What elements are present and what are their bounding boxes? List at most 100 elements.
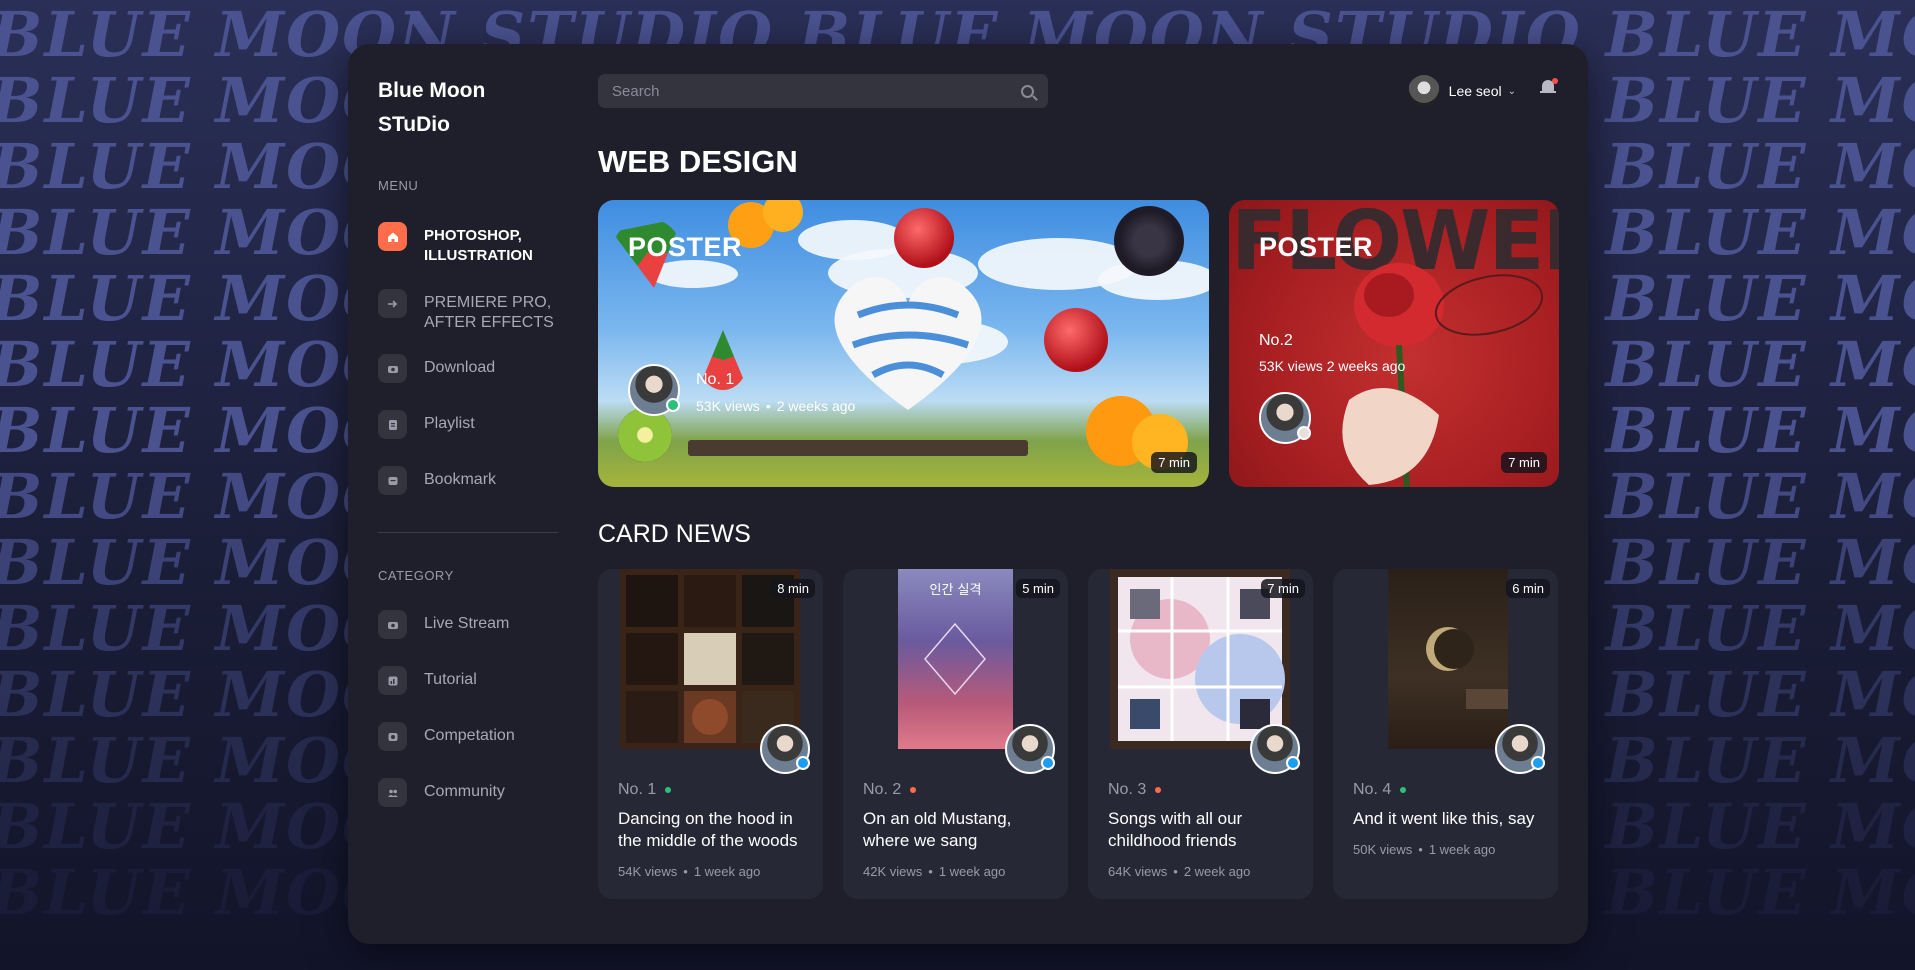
card-news-item-3[interactable]: 7 min No. 3 Songs with all our childhood… — [1088, 569, 1313, 899]
card-meta: 50K views • 1 week ago — [1353, 842, 1496, 857]
poster-title: POSTER — [628, 232, 743, 262]
card-age: 1 week ago — [1428, 842, 1496, 857]
creator-avatar[interactable] — [760, 724, 810, 774]
card-title: Dancing on the hood in the middle of the… — [618, 809, 798, 850]
duration-badge: 5 min — [1016, 579, 1060, 598]
sidebar-item-photoshop[interactable]: PHOTOSHOP, ILLUSTRATION — [378, 222, 558, 266]
train-graphic — [688, 440, 1028, 456]
main-panel: Blue Moon STuDio MENU PHOTOSHOP, ILLUSTR… — [348, 44, 1588, 944]
card-number: No. 4 — [1353, 781, 1407, 799]
card-views: 42K views — [863, 864, 923, 879]
card-views: 64K views — [1108, 864, 1168, 879]
sidebar-item-live-stream[interactable]: Live Stream — [378, 610, 558, 639]
verified-icon — [796, 756, 810, 770]
community-icon — [378, 778, 407, 807]
verified-icon — [1286, 756, 1300, 770]
card-meta: 64K views • 2 week ago — [1108, 864, 1251, 879]
sidebar-item-premiere[interactable]: PREMIERE PRO, AFTER EFFECTS — [378, 289, 558, 333]
creator-avatar[interactable] — [1250, 724, 1300, 774]
sidebar-item-community[interactable]: Community — [378, 778, 558, 807]
playlist-icon — [378, 410, 407, 439]
card-number-label: No. 2 — [863, 781, 902, 798]
card-number: No. 2 — [863, 781, 917, 799]
card-number-label: No. 3 — [1108, 781, 1147, 798]
sidebar-item-label: PREMIERE PRO, AFTER EFFECTS — [424, 294, 554, 331]
duration-badge: 7 min — [1151, 452, 1197, 473]
verified-icon — [1531, 756, 1545, 770]
user-name: Lee seol — [1448, 83, 1502, 99]
poster-card-2[interactable]: FLOWER POSTER No.2 53K views 2 weeks ago… — [1229, 200, 1559, 487]
poster-number: No. 1 — [696, 371, 735, 388]
verified-icon — [1297, 426, 1311, 440]
notification-bell-icon[interactable] — [1540, 78, 1558, 96]
card-title: On an old Mustang, where we sang — [863, 809, 1012, 850]
duration-badge: 7 min — [1261, 579, 1305, 598]
verified-icon — [666, 398, 680, 412]
heart-graphic — [834, 277, 982, 410]
sidebar-item-playlist[interactable]: Playlist — [378, 410, 558, 439]
card-age: 1 week ago — [938, 864, 1006, 879]
section-title-card-news: CARD NEWS — [598, 520, 751, 548]
section-title-web-design: WEB DESIGN — [598, 144, 798, 179]
tutorial-icon — [378, 666, 407, 695]
card-meta: 42K views • 1 week ago — [863, 864, 1006, 879]
sidebar-item-tutorial[interactable]: Tutorial — [378, 666, 558, 695]
sidebar-item-label: Live Stream — [424, 615, 510, 632]
creator-avatar[interactable] — [1005, 724, 1055, 774]
card-thumbnail — [1388, 569, 1508, 749]
card-news-item-2[interactable]: 인간 실격 5 min No. 2 On an old Mustang, whe… — [843, 569, 1068, 899]
creator-avatar[interactable] — [1259, 392, 1311, 444]
sidebar-item-download[interactable]: Download — [378, 354, 558, 383]
creator-avatar[interactable] — [1495, 724, 1545, 774]
duration-badge: 8 min — [771, 579, 815, 598]
home-icon — [378, 222, 407, 251]
status-dot — [910, 787, 917, 793]
poster-age: 2 weeks ago — [776, 398, 856, 414]
sidebar-item-label: Community — [424, 783, 505, 800]
sidebar-item-label: Competation — [424, 727, 515, 744]
sidebar-divider — [378, 532, 558, 533]
live-icon — [378, 610, 407, 639]
poster-card-1[interactable]: POSTER No. 1 53K views • 2 weeks ago 7 min — [598, 200, 1209, 487]
sidebar-item-label: PHOTOSHOP, ILLUSTRATION — [424, 227, 533, 264]
status-dot — [665, 787, 672, 793]
brand-line-2: STuDio — [378, 113, 450, 136]
stamp-graphic — [1434, 274, 1544, 336]
card-age: 1 week ago — [693, 864, 761, 879]
sidebar-item-label: Bookmark — [424, 471, 497, 488]
card-title: Songs with all our childhood friends — [1108, 809, 1243, 850]
status-dot — [1155, 787, 1162, 793]
sidebar-item-label: Playlist — [424, 415, 475, 432]
brand-logo[interactable]: Blue Moon STuDio — [378, 74, 518, 142]
arrow-icon — [378, 289, 407, 318]
search-bar[interactable] — [598, 74, 1048, 108]
creator-avatar[interactable] — [628, 364, 680, 416]
card-views: 50K views — [1353, 842, 1413, 857]
poster-meta: 53K views 2 weeks ago — [1259, 358, 1406, 374]
poster-meta: 53K views • 2 weeks ago — [696, 398, 856, 414]
search-icon[interactable] — [1021, 84, 1034, 98]
search-input[interactable] — [612, 82, 1021, 100]
card-age: 2 week ago — [1183, 864, 1251, 879]
card-number-label: No. 4 — [1353, 781, 1392, 798]
sidebar-item-competition[interactable]: Competation — [378, 722, 558, 751]
card-meta: 54K views • 1 week ago — [618, 864, 761, 879]
card-thumbnail: 인간 실격 — [898, 569, 1013, 749]
competition-icon — [378, 722, 407, 751]
download-icon — [378, 354, 407, 383]
poster-views: 53K views — [696, 398, 760, 414]
sidebar-item-bookmark[interactable]: Bookmark — [378, 466, 558, 495]
user-avatar — [1407, 75, 1440, 107]
card-news-item-4[interactable]: 6 min No. 4 And it went like this, say 5… — [1333, 569, 1558, 899]
card-title: And it went like this, say — [1353, 809, 1535, 828]
category-section-label: CATEGORY — [378, 568, 454, 583]
status-dot — [1400, 787, 1407, 793]
notification-badge — [1552, 78, 1558, 84]
menu-section-label: MENU — [378, 178, 419, 193]
poster-title: POSTER — [1259, 232, 1374, 262]
card-news-item-1[interactable]: 8 min No. 1 Dancing on the hood in the m… — [598, 569, 823, 899]
duration-badge: 6 min — [1506, 579, 1550, 598]
sidebar-item-label: Download — [424, 359, 496, 376]
duration-badge: 7 min — [1501, 452, 1547, 473]
user-menu[interactable]: Lee seol ⌄ — [1407, 75, 1516, 107]
